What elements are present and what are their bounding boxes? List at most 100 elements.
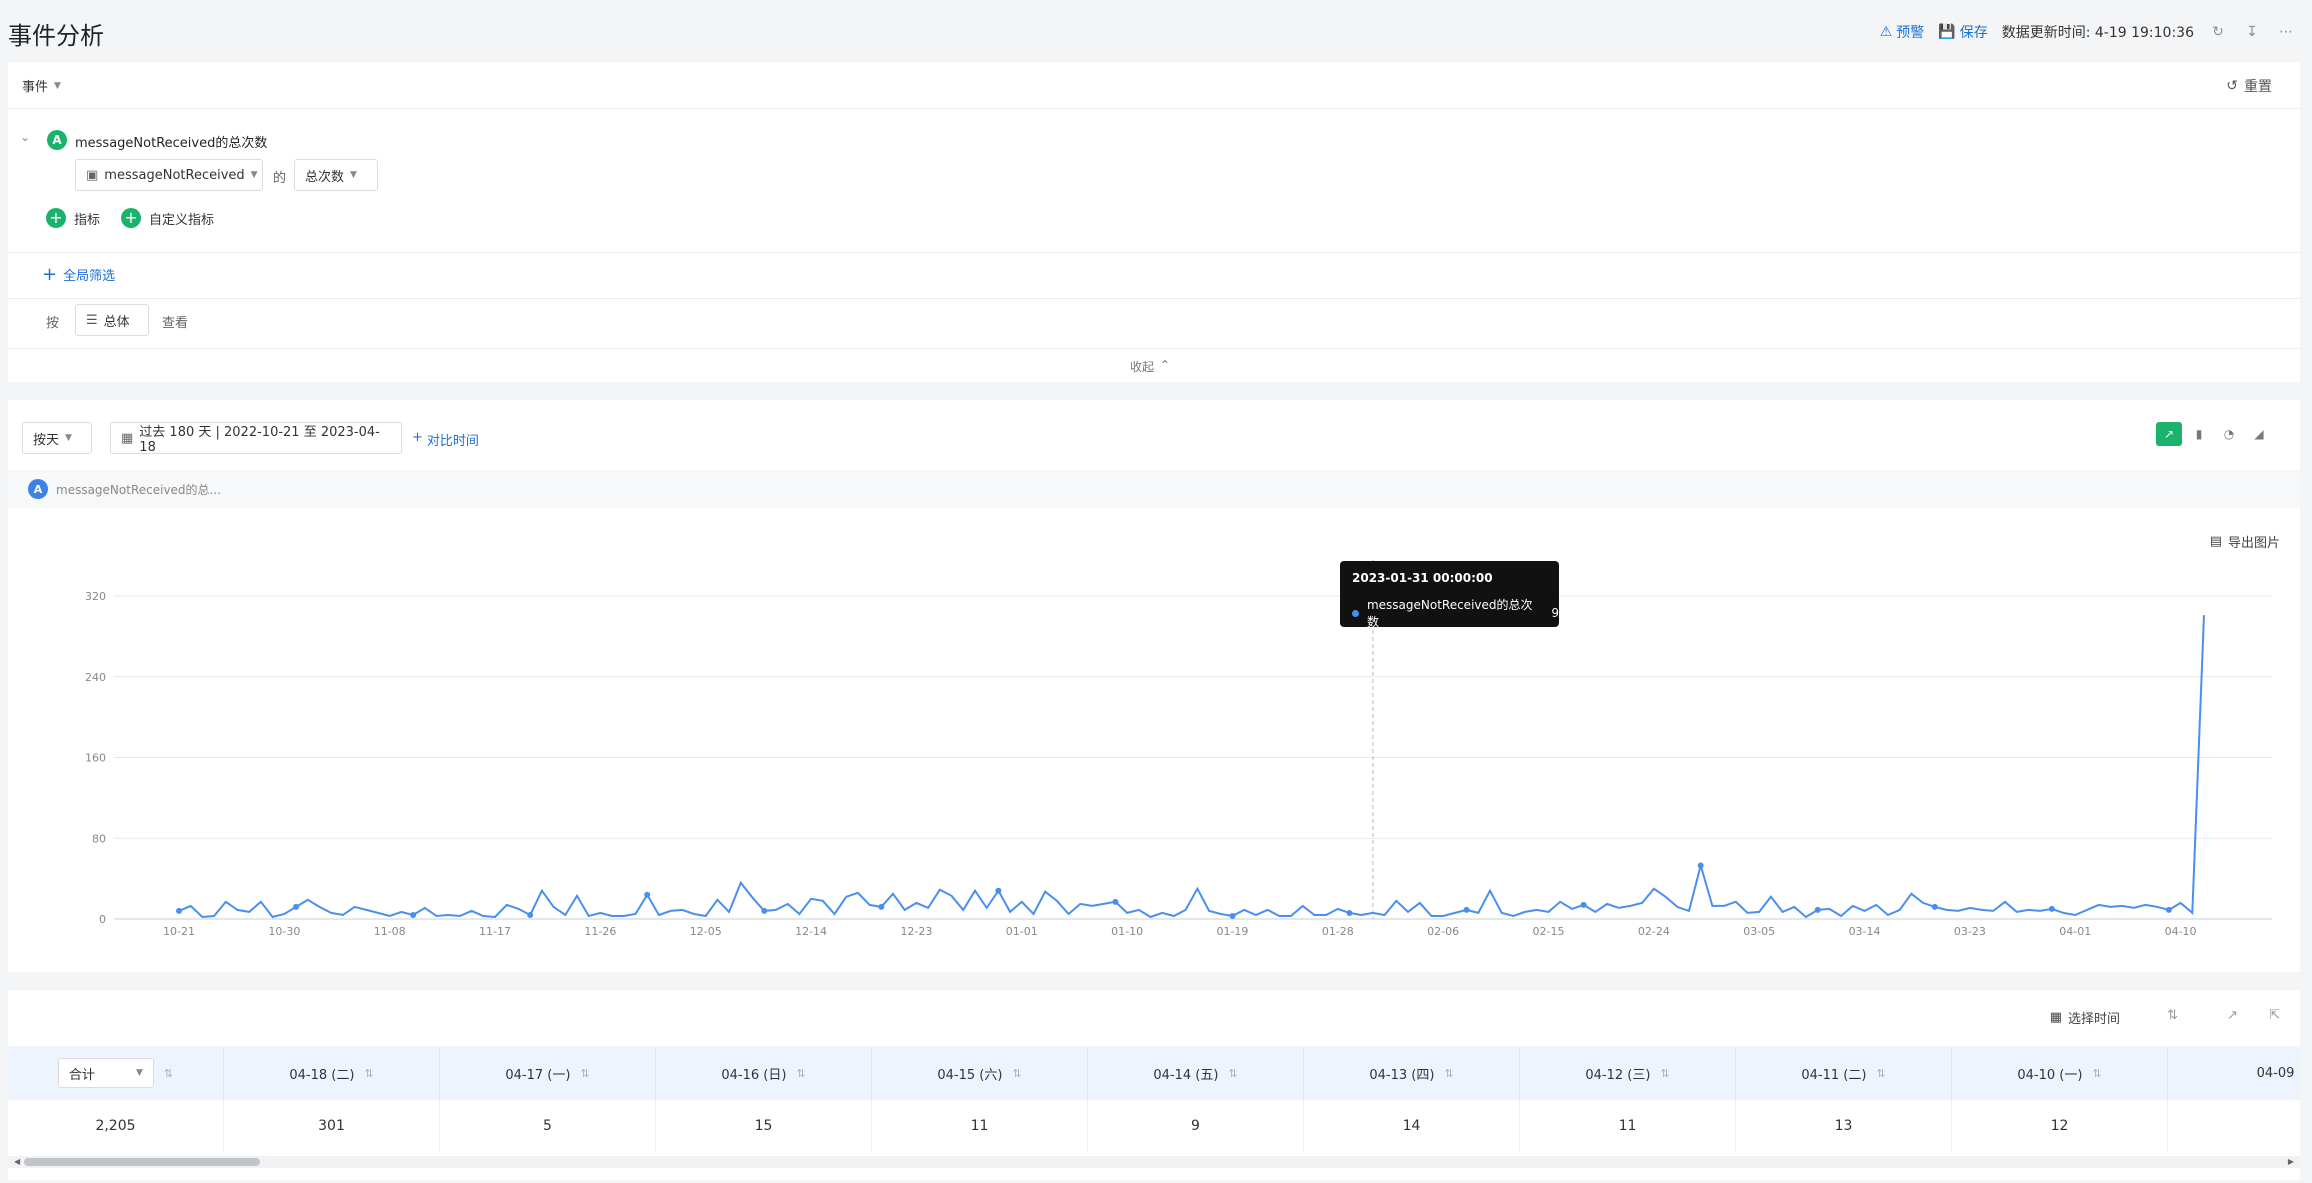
- data-point[interactable]: [1697, 862, 1704, 869]
- table-cell: 5: [440, 1100, 656, 1152]
- total-select[interactable]: 合计 ▼: [57, 1058, 154, 1088]
- table-cell: 13: [1736, 1100, 1952, 1152]
- event-toggle[interactable]: 事件 ▼: [22, 76, 61, 95]
- plus-icon: +: [42, 264, 58, 285]
- data-point[interactable]: [1814, 906, 1821, 913]
- date-column-header[interactable]: 04-11 (二) ⇅: [1736, 1046, 1952, 1100]
- refresh-icon[interactable]: ↻: [2208, 22, 2228, 42]
- sort-icon[interactable]: ⇅: [1228, 1067, 1237, 1080]
- date-column-header[interactable]: 04-10 (一) ⇅: [1952, 1046, 2168, 1100]
- data-point[interactable]: [995, 887, 1002, 894]
- data-point[interactable]: [2165, 906, 2172, 913]
- x-tick-label: 11-26: [584, 925, 616, 938]
- tooltip-title: 2023-01-31 00:00:00: [1352, 571, 1493, 585]
- calendar-icon: ▦: [2049, 1010, 2062, 1025]
- data-point[interactable]: [1580, 901, 1587, 908]
- data-point[interactable]: [1346, 909, 1353, 916]
- group-by-value: 总体: [103, 314, 130, 330]
- divider: [8, 298, 2300, 299]
- scroll-right-icon[interactable]: ▶: [2288, 1156, 2294, 1168]
- trend-icon[interactable]: ↗: [2227, 1008, 2238, 1023]
- add-metric-button[interactable]: + 指标: [46, 208, 100, 228]
- column-header-label: 04-12 (三): [1585, 1067, 1651, 1083]
- top-actions: ⚠ 预警 💾 保存 数据更新时间: 4-19 19:10:36 ↻ ↧ ⋯: [1880, 22, 2296, 42]
- data-point[interactable]: [1112, 898, 1119, 905]
- x-tick-label: 03-23: [1954, 925, 1986, 938]
- collapse-metric-icon[interactable]: ⌄: [20, 130, 30, 144]
- data-point[interactable]: [761, 907, 768, 914]
- y-tick-label: 0: [99, 913, 106, 926]
- event-icon: ▣: [86, 167, 99, 183]
- column-header-label: 04-17 (一): [505, 1067, 571, 1083]
- sort-toggle-icon[interactable]: ⇅: [2167, 1008, 2178, 1023]
- query-panel: 事件 ▼ ↺ 重置 ⌄ A messageNotReceived的总次数 ▣ mes…: [8, 62, 2300, 382]
- date-column-header[interactable]: 04-15 (六) ⇅: [872, 1046, 1088, 1100]
- aggregation-select[interactable]: 总次数 ▼: [294, 159, 378, 191]
- sort-icon[interactable]: ⇅: [1012, 1067, 1021, 1080]
- divider: [8, 108, 2300, 109]
- sort-icon[interactable]: ⇅: [796, 1067, 805, 1080]
- data-point[interactable]: [1931, 903, 1938, 910]
- save-label: 保存: [1959, 25, 1988, 41]
- column-header-label: 04-14 (五): [1153, 1067, 1219, 1083]
- caret-down-icon: ▼: [250, 170, 258, 180]
- table-cell: 11: [1520, 1100, 1736, 1152]
- caret-down-icon: ▼: [350, 170, 357, 180]
- x-tick-label: 03-14: [1849, 925, 1881, 938]
- x-tick-label: 03-05: [1743, 925, 1775, 938]
- chart-panel: 按天 ▼ ▦ 过去 180 天 | 2022-10-21 至 2023-04-1…: [8, 400, 2300, 972]
- y-tick-label: 80: [92, 832, 106, 845]
- sort-icon[interactable]: ⇅: [1660, 1067, 1669, 1080]
- date-column-header[interactable]: 04-14 (五) ⇅: [1088, 1046, 1304, 1100]
- collapse-button[interactable]: 收起 ⌃: [1130, 358, 1170, 375]
- data-point[interactable]: [2048, 905, 2055, 912]
- sort-icon[interactable]: ⇅: [364, 1067, 373, 1080]
- sort-icon[interactable]: ⇅: [1876, 1067, 1885, 1080]
- data-point[interactable]: [878, 903, 885, 910]
- scroll-left-icon[interactable]: ◀: [14, 1156, 20, 1168]
- event-toggle-label: 事件: [22, 80, 49, 95]
- download-icon[interactable]: ↧: [2242, 22, 2262, 42]
- x-tick-label: 11-08: [374, 925, 406, 938]
- series-line[interactable]: [178, 615, 2205, 919]
- plus-icon: +: [46, 208, 66, 228]
- save-button[interactable]: 💾 保存: [1938, 22, 1987, 42]
- date-column-header[interactable]: 04-09: [2168, 1046, 2312, 1100]
- data-point[interactable]: [1229, 912, 1236, 919]
- sort-icon[interactable]: ⇅: [1444, 1067, 1453, 1080]
- open-external-icon[interactable]: ⇱: [2269, 1008, 2280, 1023]
- data-point[interactable]: [410, 911, 417, 918]
- date-column-header[interactable]: 04-13 (四) ⇅: [1304, 1046, 1520, 1100]
- global-filter-button[interactable]: + 全局筛选: [42, 264, 115, 285]
- group-by-select[interactable]: ☰ 总体: [75, 304, 149, 336]
- data-point[interactable]: [527, 911, 534, 918]
- event-select[interactable]: ▣ messageNotReceived ▼: [75, 159, 263, 191]
- line-chart: 0 80 160 240 320 10-21 10-30 11-08 11-17 11-26 12-…: [85, 560, 2272, 938]
- date-column-header[interactable]: 04-18 (二) ⇅: [224, 1046, 440, 1100]
- table-cell: 12: [1952, 1100, 2168, 1152]
- data-point[interactable]: [176, 907, 182, 914]
- sort-icon[interactable]: ⇅: [164, 1067, 173, 1080]
- data-point[interactable]: [293, 903, 300, 910]
- date-column-header[interactable]: 04-12 (三) ⇅: [1520, 1046, 1736, 1100]
- chevron-up-icon: ⌃: [1160, 358, 1171, 372]
- reset-button[interactable]: ↺ 重置: [2226, 76, 2272, 96]
- caret-down-icon: ▼: [54, 80, 61, 91]
- horizontal-scrollbar[interactable]: ◀ ▶: [8, 1156, 2300, 1168]
- metric-letter-badge: A: [47, 130, 67, 150]
- scrollbar-thumb[interactable]: [24, 1158, 260, 1166]
- table-cell: 9: [1088, 1100, 1304, 1152]
- sort-icon[interactable]: ⇅: [580, 1067, 589, 1080]
- data-point[interactable]: [644, 891, 651, 898]
- date-column-header[interactable]: 04-16 (日) ⇅: [656, 1046, 872, 1100]
- date-column-header[interactable]: 04-17 (一) ⇅: [440, 1046, 656, 1100]
- total-column-header: 合计 ▼ ⇅: [8, 1046, 224, 1100]
- alert-button[interactable]: ⚠ 预警: [1880, 22, 1925, 42]
- add-custom-metric-button[interactable]: + 自定义指标: [121, 208, 214, 228]
- sort-icon[interactable]: ⇅: [2092, 1067, 2101, 1080]
- x-tick-label: 10-30: [268, 925, 300, 938]
- more-icon[interactable]: ⋯: [2276, 22, 2296, 42]
- data-point[interactable]: [1463, 906, 1470, 913]
- select-time-button[interactable]: ▦ 选择时间: [2050, 1008, 2120, 1027]
- update-time: 数据更新时间: 4-19 19:10:36: [2001, 25, 2194, 41]
